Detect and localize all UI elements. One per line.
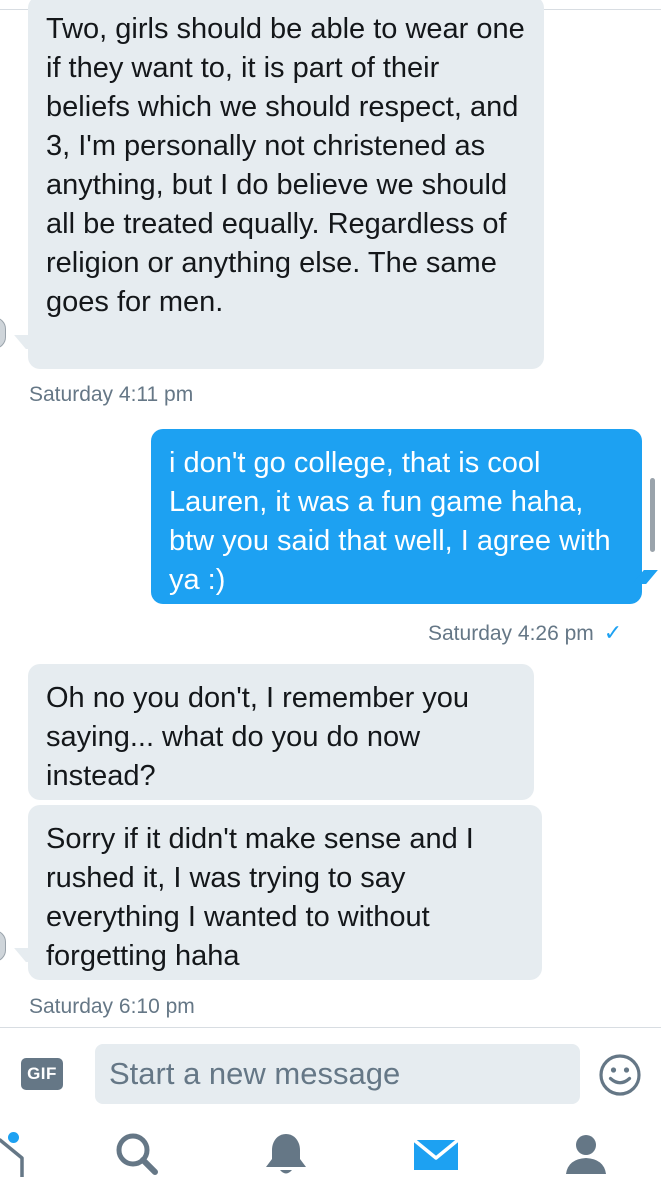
bell-icon[interactable] [260, 1128, 312, 1177]
home-notification-dot [8, 1132, 19, 1143]
incoming-message-bubble[interactable]: Two, girls should be able to wear one if… [28, 0, 544, 369]
envelope-icon[interactable] [410, 1128, 462, 1177]
gif-button[interactable]: GIF [21, 1058, 63, 1090]
composer-divider [0, 1027, 661, 1028]
outgoing-message-bubble[interactable]: i don't go college, that is cool Lauren,… [151, 429, 642, 604]
message-input[interactable] [95, 1044, 580, 1104]
dm-conversation-screen: Two, girls should be able to wear one if… [0, 0, 661, 1177]
read-check-icon: ✓ [603, 620, 623, 645]
sender-avatar[interactable] [0, 930, 6, 962]
search-icon[interactable] [111, 1128, 163, 1177]
timestamp-text: Saturday 4:26 pm [428, 622, 594, 645]
smiley-icon[interactable] [598, 1053, 642, 1097]
message-timestamp: Saturday 4:26 pm ✓ [428, 620, 622, 646]
incoming-message-bubble[interactable]: Sorry if it didn't make sense and I rush… [28, 805, 542, 980]
person-icon[interactable] [560, 1128, 612, 1177]
message-timestamp: Saturday 4:11 pm [29, 383, 194, 406]
incoming-message-bubble[interactable]: Oh no you don't, I remember you saying..… [28, 664, 534, 800]
message-timestamp: Saturday 6:10 pm [29, 995, 195, 1018]
scroll-indicator[interactable] [650, 478, 655, 552]
sender-avatar[interactable] [0, 317, 6, 349]
